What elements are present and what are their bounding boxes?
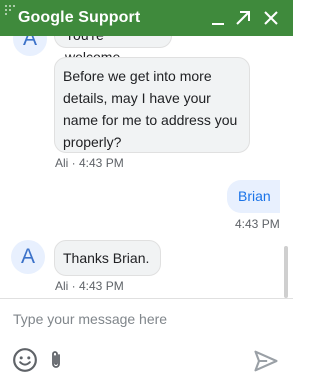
attachment-icon[interactable] — [44, 347, 68, 373]
message-bubble: Thanks Brian. — [54, 240, 161, 276]
scrollbar[interactable] — [284, 246, 288, 298]
send-icon[interactable] — [252, 347, 280, 375]
message-list[interactable]: A You're welcome Before we get into more… — [0, 36, 293, 298]
message-line: Before we get into more — [63, 68, 212, 84]
close-icon[interactable] — [262, 9, 280, 27]
composer-divider — [0, 298, 293, 299]
message-meta: Ali · 4:43 PM — [55, 156, 124, 170]
grip-icon[interactable] — [4, 4, 18, 18]
minimize-icon[interactable] — [209, 9, 227, 27]
agent-avatar: A — [11, 240, 45, 274]
message-line: name for me to address you — [63, 112, 238, 128]
window-title: Google Support — [18, 9, 141, 26]
user-message-bubble: Brian — [227, 180, 280, 213]
message-line: properly? — [63, 134, 122, 150]
message-meta: 4:43 PM — [235, 217, 280, 231]
message-meta: Ali · 4:43 PM — [55, 279, 124, 293]
emoji-icon[interactable] — [12, 347, 38, 373]
chat-header: Google Support — [0, 0, 293, 36]
message-line: details, may I have your — [63, 90, 211, 106]
message-input[interactable] — [13, 308, 273, 330]
message-bubble: Before we get into more details, may I h… — [54, 57, 250, 153]
message-text: Thanks Brian. — [63, 250, 150, 266]
message-bubble: You're welcome — [54, 36, 172, 65]
message-text: Brian — [238, 188, 271, 204]
agent-avatar: A — [13, 36, 47, 56]
popout-icon[interactable] — [234, 9, 252, 27]
